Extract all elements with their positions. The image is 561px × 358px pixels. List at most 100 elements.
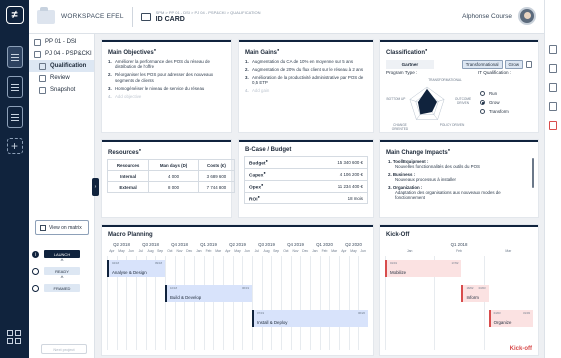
month-label: Nov (292, 249, 299, 253)
workspace-name[interactable]: WORKSPACE EFEL (61, 13, 124, 20)
list-item[interactable]: 2. Réorganiser les POS pour adresser des … (108, 72, 225, 83)
grid-line (213, 256, 215, 350)
radar-label: TRANSFORMATIONAL (428, 78, 462, 82)
table-cell[interactable]: 7 744 800 (197, 181, 236, 193)
capex-row[interactable]: Capex● 4 106 200 € (244, 168, 368, 180)
alert-icon[interactable] (549, 121, 557, 130)
quarter-label: Q2 2019 (229, 242, 246, 247)
apps-grid-icon[interactable] (7, 330, 21, 344)
roi-row[interactable]: ROI● 18 mois (244, 192, 368, 204)
collapse-sidebar-handle[interactable]: › (92, 178, 99, 196)
task-start-date: 04/03 (493, 311, 501, 315)
list-item[interactable]: 3. Amélioration de la productivité admini… (245, 75, 367, 86)
right-rail (544, 0, 561, 358)
scrollbar[interactable] (532, 158, 534, 188)
add-icon[interactable]: + (6, 138, 23, 154)
table-row[interactable]: Internal 4 000 3 689 600 (106, 170, 236, 182)
quarter-label: Q4 2018 (171, 242, 188, 247)
breadcrumb-path[interactable]: SPM > PP 01 - DSI > PJ 04 - PSP&CKI > QU… (156, 10, 261, 15)
kickoff-task-bar[interactable]: 01/01 17/02 Mobilize (385, 260, 462, 277)
user-name[interactable]: Alphonse Course (462, 13, 512, 20)
grid-line (194, 256, 195, 350)
quarter-label: Q2 2018 (113, 242, 130, 247)
sidebar-item-program[interactable]: PP 01 - DSI (29, 36, 94, 48)
month-label: Apr (225, 249, 231, 253)
project-icon[interactable] (6, 106, 23, 128)
month-label: Apr (341, 249, 347, 253)
radio-icon[interactable] (480, 100, 485, 105)
user-menu[interactable]: Alphonse Course (462, 7, 536, 25)
add-objective-input[interactable]: 4. Add objective (108, 94, 225, 99)
month-label: Nov (176, 249, 183, 253)
document-icon[interactable] (549, 64, 557, 73)
stage-launch[interactable]: LAUNCH (44, 250, 80, 258)
file-icon[interactable] (549, 83, 557, 92)
task-name: Organize (493, 320, 512, 325)
kickoff-card: Kick-Off Q1 2018 Jan Feb Mar 01/01 17/02 Mobil… (380, 225, 538, 355)
month-label: Feb (321, 249, 328, 253)
stage-ready[interactable]: READY (44, 267, 80, 275)
list-item[interactable]: 2. Augmentation de 20% du flux client sur… (245, 67, 367, 72)
radio-icon[interactable] (480, 109, 485, 114)
settings-icon[interactable] (549, 102, 557, 111)
portfolio-icon[interactable] (6, 46, 23, 68)
radio-icon[interactable] (480, 91, 485, 96)
workspace-folder-icon (37, 6, 55, 24)
objectives-list: 1. Améliorer la performance des POS du ré… (102, 59, 231, 99)
next-project-button[interactable]: Next project (41, 344, 87, 354)
task-name: Analyse & Design (112, 270, 147, 275)
tag-transformational[interactable]: Transformational (461, 60, 503, 69)
link-icon[interactable] (549, 45, 557, 54)
table-cell[interactable]: 8 000 (148, 181, 199, 193)
task-end-date: 31/03 (522, 311, 530, 315)
sidebar-item-snapshot[interactable]: Snapshot (29, 84, 94, 96)
radar-label: CHANGE ORIENTED (391, 123, 409, 131)
table-cell[interactable]: 4 000 (148, 170, 199, 182)
kickoff-task-bar[interactable]: 04/03 31/03 Organize (488, 310, 533, 327)
month-label: May (350, 249, 357, 253)
radio-transform[interactable]: Transform (480, 109, 509, 114)
month-label: May (234, 249, 241, 253)
edit-icon[interactable] (526, 61, 532, 68)
stage-framed[interactable]: FRAMED (44, 284, 80, 292)
program-icon[interactable] (6, 76, 23, 98)
sidebar-item-label: PP 01 - DSI (45, 39, 77, 45)
avatar[interactable] (518, 7, 536, 25)
change-impacts-list[interactable]: 1. Tool/Equipment : Nouvelles fonctionna… (380, 159, 538, 201)
app-logo-icon[interactable]: ≠ (5, 6, 24, 24)
radio-grow[interactable]: Grow (480, 100, 500, 105)
month-label: Jan (406, 249, 413, 253)
gantt-task-bar[interactable]: 07/19 06/20 Install & Deploy (252, 310, 368, 327)
table-cell[interactable]: 3 689 600 (197, 170, 236, 182)
month-label: Mar (505, 249, 512, 253)
table-row[interactable]: External 8 000 7 744 800 (106, 181, 236, 193)
list-item[interactable]: 3. Homogénéiser le niveau de service du r… (108, 86, 225, 91)
radio-run[interactable]: Run (480, 91, 497, 96)
sidebar-item-project[interactable]: PJ 04 - PSP&CKI (29, 48, 94, 60)
sidebar-item-qualification[interactable]: Qualification (29, 60, 94, 72)
month-label: Aug (147, 249, 154, 253)
grid-line (223, 256, 224, 350)
grid-line (290, 256, 292, 350)
square-icon (34, 38, 41, 46)
tag-grow[interactable]: Grow (504, 60, 524, 69)
add-gain-input[interactable]: 4. Add gain (245, 88, 367, 93)
table-cell: Internal (106, 170, 150, 182)
it-qualification-label: IT Qualification : (478, 70, 512, 75)
column-header: Costs (€) (197, 159, 236, 171)
month-label: Apr (109, 249, 115, 253)
refresh-icon (39, 74, 46, 82)
sidebar-item-review[interactable]: Review (29, 72, 94, 84)
gantt-task-bar[interactable]: 10/18 06/19 Build & Develop (165, 285, 252, 302)
list-item[interactable]: 1. Augmentation du CA de 10% en moyenne s… (245, 59, 367, 64)
month-label: Aug (263, 249, 270, 253)
list-item[interactable]: 1. Améliorer la performance des POS du ré… (108, 59, 225, 70)
opex-row[interactable]: Opex● 11 234 400 € (244, 180, 368, 192)
info-icon[interactable]: i (32, 250, 39, 258)
view-on-matrix-button[interactable]: View on matrix (35, 220, 89, 235)
budget-row[interactable]: Budget● 15 340 600 € (244, 156, 368, 168)
gantt-task-bar[interactable]: 04/18 09/18 Analyse & Design (107, 260, 165, 277)
table-cell: External (106, 181, 150, 193)
impact-description: Nouvelles fonctionnalités des outils du … (395, 164, 480, 170)
kickoff-task-bar[interactable]: 18/02 03/03 Inform (461, 285, 489, 302)
